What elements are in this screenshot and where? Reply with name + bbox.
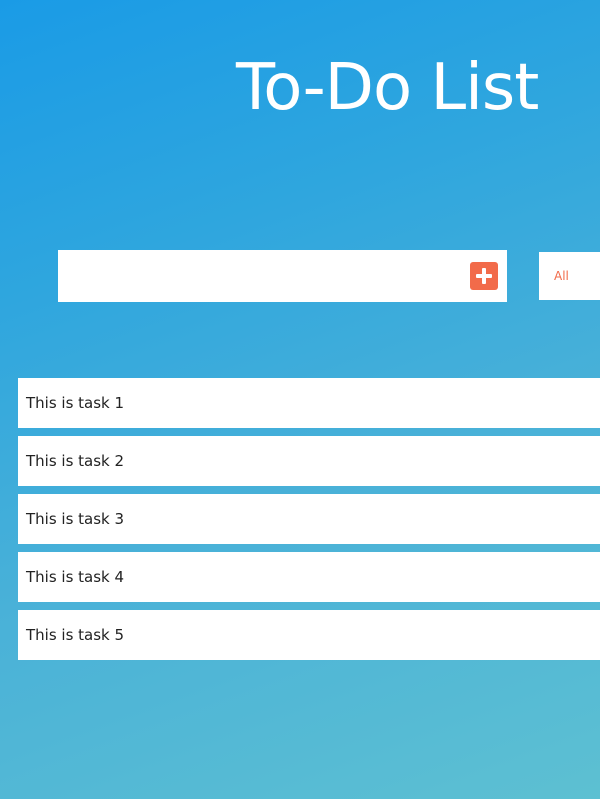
- task-label: This is task 2: [26, 452, 125, 470]
- task-label: This is task 1: [26, 394, 125, 412]
- task-label: This is task 4: [26, 568, 125, 586]
- task-item[interactable]: This is task 1: [18, 378, 600, 428]
- page-title: To-Do List: [236, 51, 539, 125]
- task-input[interactable]: [58, 250, 458, 302]
- task-item[interactable]: This is task 4: [18, 552, 600, 602]
- task-input-box: [58, 250, 507, 302]
- task-item[interactable]: This is task 5: [18, 610, 600, 660]
- filter-select[interactable]: All: [539, 252, 600, 300]
- task-item[interactable]: This is task 2: [18, 436, 600, 486]
- task-label: This is task 5: [26, 626, 125, 644]
- task-item[interactable]: This is task 3: [18, 494, 600, 544]
- add-task-button[interactable]: [470, 262, 498, 290]
- task-list: This is task 1 This is task 2 This is ta…: [18, 378, 600, 668]
- task-label: This is task 3: [26, 510, 125, 528]
- filter-selected-value: All: [554, 269, 569, 283]
